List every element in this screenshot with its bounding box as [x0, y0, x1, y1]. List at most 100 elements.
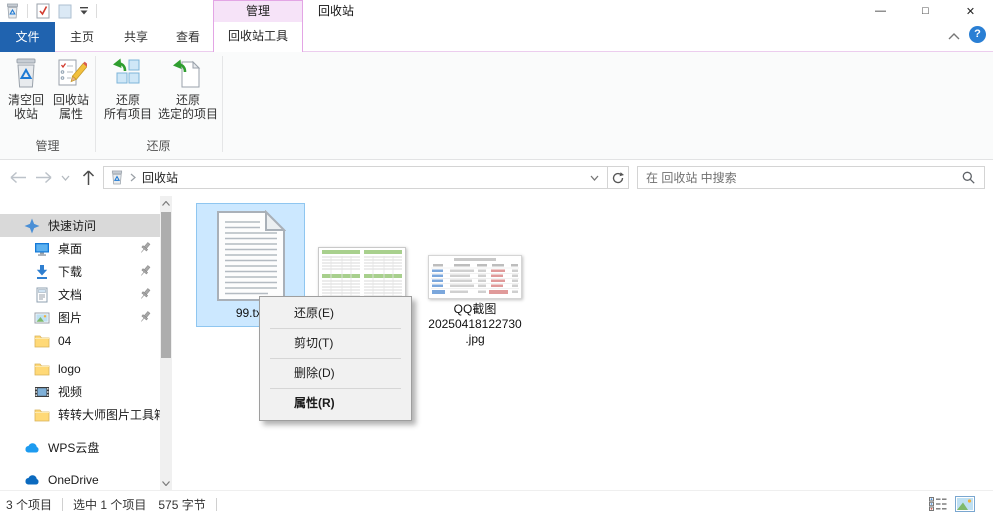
sidebar-item-documents[interactable]: 文档	[0, 283, 160, 306]
forward-icon[interactable]	[35, 171, 53, 184]
toolbar-separator	[27, 4, 28, 18]
context-menu: 还原(E) 剪切(T) 删除(D) 属性(R)	[259, 296, 412, 421]
documents-icon	[34, 287, 50, 303]
pin-icon[interactable]	[138, 241, 152, 255]
menu-item-delete[interactable]: 删除(D)	[260, 359, 411, 388]
wps-cloud-icon	[24, 440, 40, 456]
refresh-icon	[612, 172, 624, 184]
onedrive-cloud-icon	[24, 472, 40, 488]
tab-view[interactable]: 查看	[164, 22, 212, 52]
tab-file[interactable]: 文件	[0, 22, 55, 52]
empty-recycle-bin-button[interactable]: 清空回 收站	[4, 57, 48, 121]
status-separator	[216, 498, 217, 511]
status-bar: 3 个项目 选中 1 个项目 575 字节	[0, 490, 993, 517]
tab-recycle-bin-tools[interactable]: 回收站工具	[213, 22, 303, 52]
minimize-button[interactable]: —	[858, 0, 903, 22]
search-icon[interactable]	[962, 171, 975, 184]
address-bar[interactable]: 回收站	[103, 166, 608, 189]
tab-home[interactable]: 主页	[57, 22, 107, 52]
sidebar-item-desktop[interactable]: 桌面	[0, 237, 160, 260]
recycle-bin-properties-icon	[48, 57, 94, 93]
selection-size: 575 字节	[158, 496, 205, 513]
restore-all-items-button[interactable]: 还原 所有项目	[98, 57, 158, 121]
navigation-bar: 回收站	[0, 160, 993, 196]
pictures-icon	[34, 310, 50, 326]
help-icon[interactable]: ?	[969, 26, 986, 43]
sidebar-item-wps-cloud[interactable]: WPS云盘	[0, 436, 160, 459]
scroll-up-icon[interactable]	[160, 196, 172, 210]
thumbnail-view-icon[interactable]	[955, 496, 975, 512]
folder-icon	[34, 407, 50, 423]
contextual-tab-header[interactable]: 管理	[213, 0, 303, 22]
recycle-bin-icon	[110, 170, 124, 185]
recycle-bin-icon	[5, 3, 20, 19]
search-box[interactable]	[637, 166, 985, 189]
desktop-icon	[34, 241, 50, 257]
videos-icon	[34, 384, 50, 400]
file-item-spreadsheet-image[interactable]	[318, 247, 406, 302]
address-dropdown-chevron-icon[interactable]	[590, 175, 599, 181]
breadcrumb-chevron-icon	[130, 173, 136, 182]
back-icon[interactable]	[9, 171, 27, 184]
refresh-button[interactable]	[607, 166, 629, 189]
tab-share[interactable]: 共享	[110, 22, 162, 52]
view-buttons	[929, 496, 975, 512]
pin-icon[interactable]	[138, 264, 152, 278]
scrollbar-thumb[interactable]	[161, 212, 171, 358]
ribbon: 清空回 收站 回收站 属性 还原 所有项目 还原 选定的项目 管理 还原	[0, 52, 993, 160]
status-separator	[62, 498, 63, 511]
quick-access-star-icon	[24, 218, 40, 234]
sidebar-item-logo[interactable]: logo	[0, 357, 160, 380]
image-thumbnail	[428, 255, 522, 299]
title-bar: 管理 回收站 — □ ✕	[0, 0, 993, 22]
restore-all-items-icon	[98, 57, 158, 93]
spreadsheet-thumbnail	[318, 247, 406, 302]
sidebar-item-pictures[interactable]: 图片	[0, 306, 160, 329]
breadcrumb-root[interactable]: 回收站	[142, 169, 178, 186]
group-divider	[222, 56, 223, 152]
new-item-icon[interactable]	[58, 4, 72, 19]
selection-count: 选中 1 个项目	[73, 496, 146, 513]
folder-icon	[34, 361, 50, 377]
search-input[interactable]	[638, 171, 962, 185]
recycle-bin-properties-button[interactable]: 回收站 属性	[48, 57, 94, 121]
empty-recycle-bin-icon	[4, 57, 48, 93]
item-count: 3 个项目	[6, 496, 52, 513]
window-title: 回收站	[318, 0, 354, 22]
sidebar-item-videos[interactable]: 视频	[0, 380, 160, 403]
sidebar-item-zhuanzhuan-toolbox[interactable]: 转转大师图片工具箱	[0, 403, 160, 426]
quick-access-toolbar	[5, 2, 97, 20]
sidebar-item-quick-access[interactable]: 快速访问	[0, 214, 160, 237]
text-document-icon	[216, 210, 286, 302]
group-label-manage: 管理	[0, 139, 95, 153]
scroll-down-icon[interactable]	[160, 476, 172, 490]
up-icon[interactable]	[82, 169, 95, 186]
close-button[interactable]: ✕	[948, 0, 993, 22]
pin-icon[interactable]	[138, 310, 152, 324]
sidebar-scrollbar[interactable]	[160, 196, 172, 490]
ribbon-tab-row: 文件 主页 共享 查看 回收站工具 ?	[0, 22, 993, 52]
recent-locations-chevron-icon[interactable]	[61, 175, 70, 181]
sidebar-item-downloads[interactable]: 下载	[0, 260, 160, 283]
toolbar-separator	[96, 4, 97, 18]
maximize-button[interactable]: □	[903, 0, 948, 22]
sidebar-item-04[interactable]: 04	[0, 329, 160, 352]
details-view-icon[interactable]	[929, 497, 947, 511]
folder-icon	[34, 333, 50, 349]
file-item-qq-screenshot[interactable]	[428, 255, 522, 299]
restore-selected-items-icon	[158, 57, 218, 93]
pin-icon[interactable]	[138, 287, 152, 301]
properties-check-icon[interactable]	[35, 3, 51, 19]
file-name: QQ截图 20250418122730 .jpg	[410, 302, 540, 347]
collapse-ribbon-icon[interactable]	[948, 32, 960, 41]
breadcrumb: 回收站	[110, 169, 178, 186]
group-divider	[95, 56, 96, 152]
restore-selected-items-button[interactable]: 还原 选定的项目	[158, 57, 218, 121]
sidebar-item-onedrive[interactable]: OneDrive	[0, 468, 160, 491]
menu-item-properties[interactable]: 属性(R)	[260, 389, 411, 418]
customize-quick-access-dropdown-icon[interactable]	[79, 6, 89, 16]
window-controls: — □ ✕	[858, 0, 993, 22]
menu-item-restore[interactable]: 还原(E)	[260, 299, 411, 328]
group-label-restore: 还原	[95, 139, 222, 153]
menu-item-cut[interactable]: 剪切(T)	[260, 329, 411, 358]
